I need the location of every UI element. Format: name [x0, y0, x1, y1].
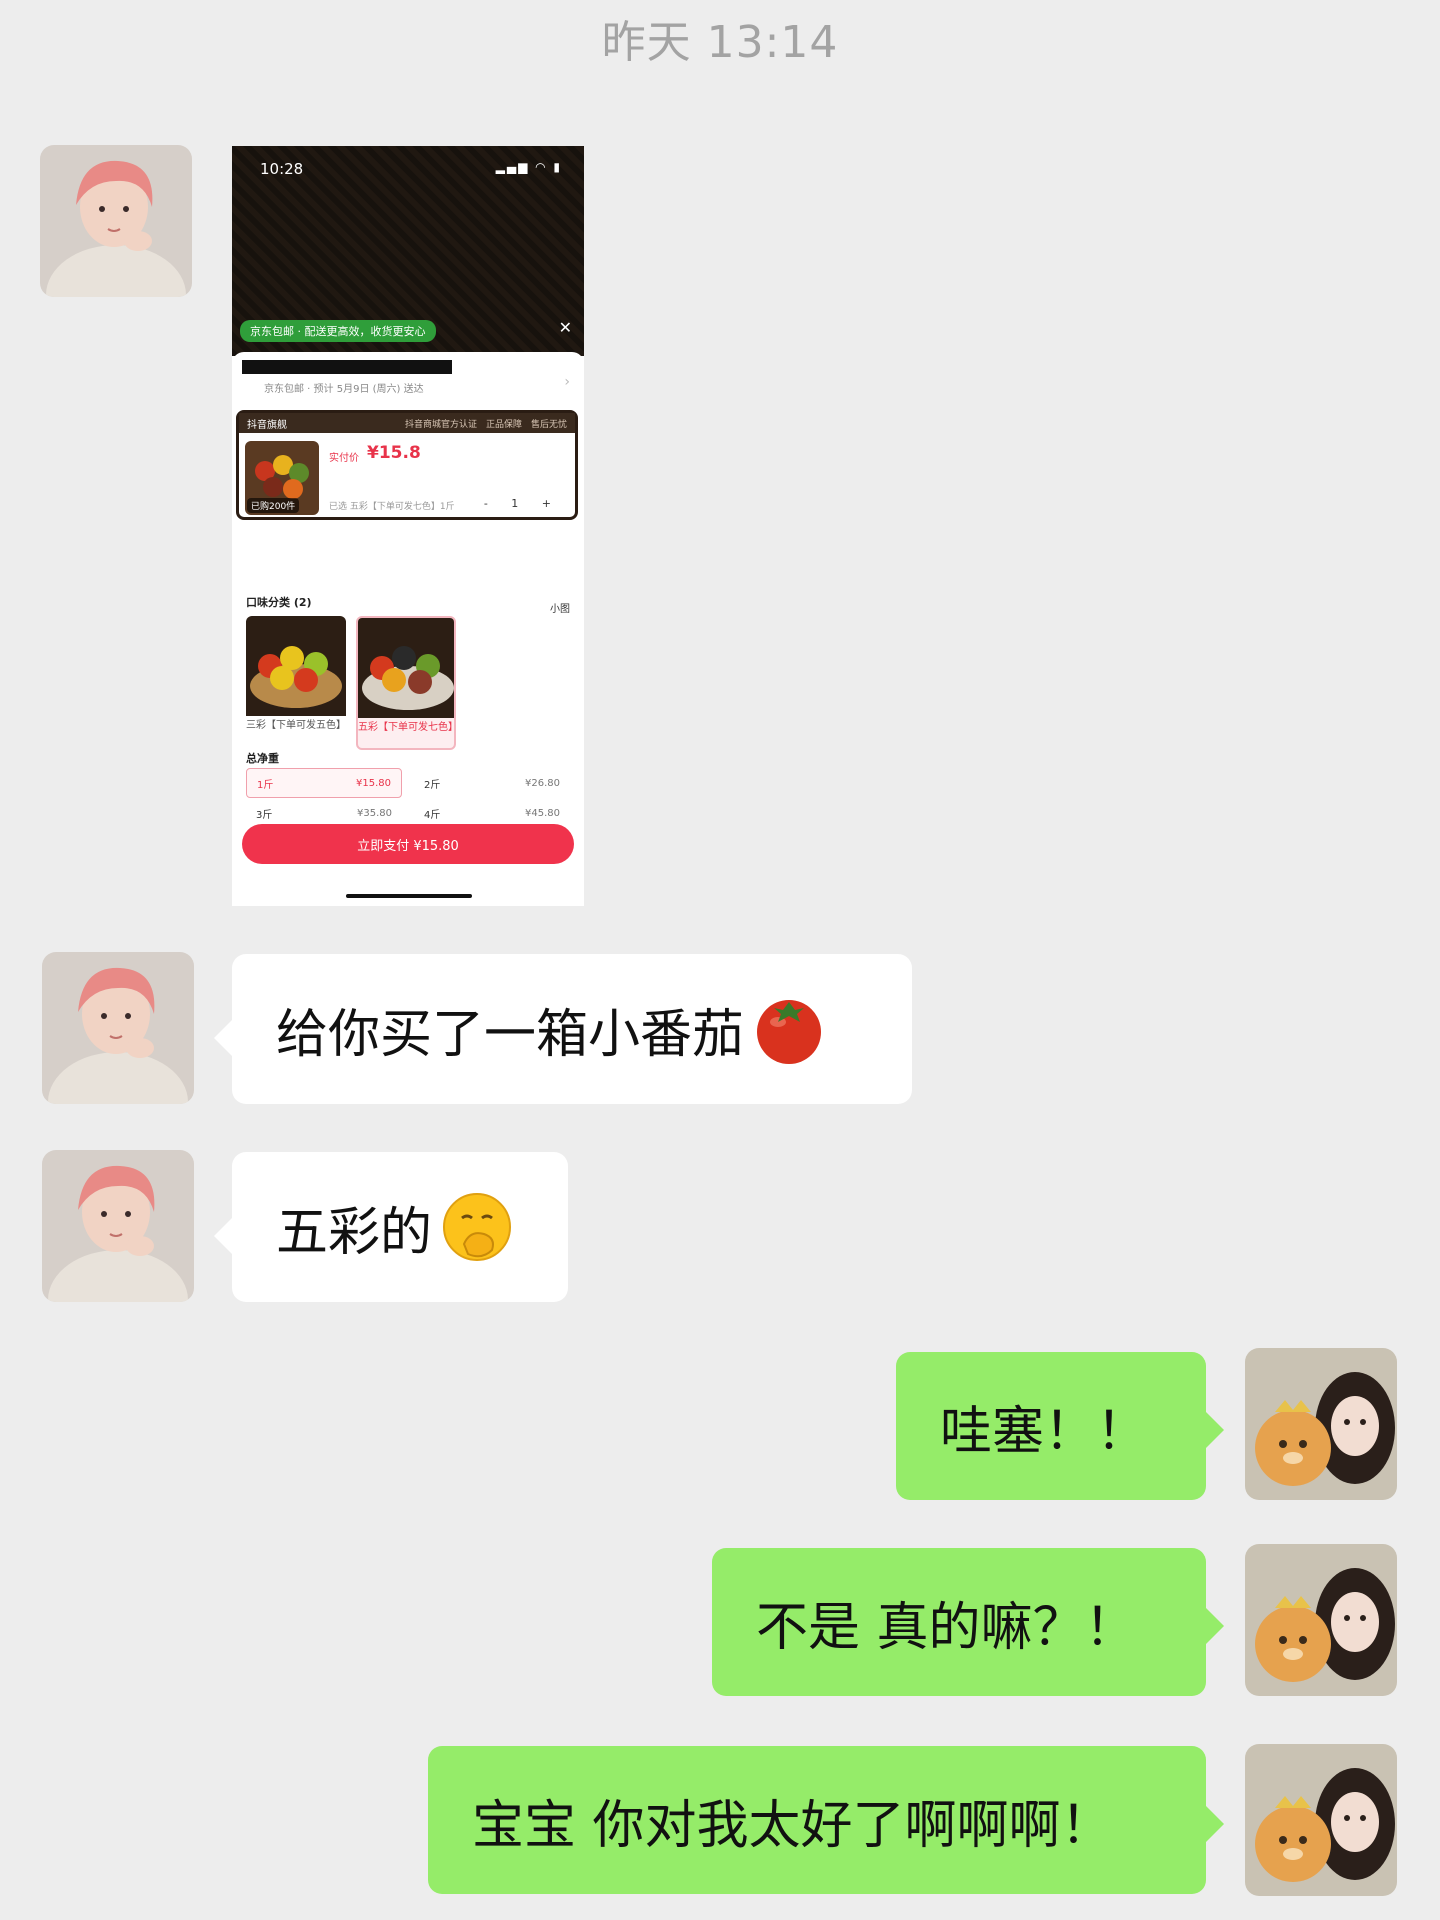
selected-spec: 已选 五彩【下单可发七色】1斤	[329, 502, 455, 512]
status-icons: ▂▄▆ ◠ ▮	[495, 160, 562, 174]
status-time: 10:28	[260, 160, 304, 178]
flavor-label: 口味分类 (2)	[246, 596, 312, 609]
message-text: 哇塞！！	[940, 1401, 1149, 1462]
message-text: 给你买了一箱小番茄	[276, 1004, 745, 1065]
pay-now-button: 立即支付 ¥15.80	[242, 824, 574, 864]
message-bubble-incoming[interactable]: 五彩的	[214, 1152, 568, 1302]
weight-name: 4斤	[424, 809, 441, 821]
message-text: 不是 真的嘛？！	[756, 1597, 1137, 1658]
jd-shipping-banner: 京东包邮 · 配送更高效，收货更安心	[240, 320, 436, 342]
option-label: 五彩【下单可发七色】	[358, 722, 456, 733]
weight-option: 1斤 ¥15.80	[246, 768, 402, 798]
product-thumbnail: 已购200件	[245, 441, 319, 515]
weight-name: 1斤	[257, 779, 274, 791]
small-image-toggle: 小图	[550, 604, 570, 615]
quantity-stepper: - 1 +	[483, 497, 561, 510]
weight-price: ¥45.80	[525, 807, 560, 819]
option-label: 三彩【下单可发五色】	[246, 720, 346, 731]
contact-avatar[interactable]	[42, 1150, 194, 1302]
purchase-panel: 京东包邮 · 预计 5月9日 (周六) 送达 › 抖音旗舰 抖音商城官方认证 正…	[232, 352, 584, 906]
message-text: 五彩的	[276, 1202, 433, 1263]
weight-price: ¥35.80	[357, 807, 392, 819]
store-card: 抖音旗舰 抖音商城官方认证 正品保障 售后无忧 已购200件 实付价 ¥15.8…	[236, 410, 578, 520]
user-avatar[interactable]	[1245, 1744, 1397, 1896]
weight-name: 2斤	[424, 779, 441, 791]
message-text: 宝宝 你对我太好了啊啊啊！	[472, 1795, 1113, 1856]
option-three-color: 三彩【下单可发五色】	[246, 616, 346, 750]
message-bubble-outgoing[interactable]: 宝宝 你对我太好了啊啊啊！	[428, 1746, 1224, 1894]
weight-name: 3斤	[256, 809, 273, 821]
sold-count: 已购200件	[247, 498, 300, 513]
contact-avatar[interactable]	[40, 145, 192, 297]
chevron-right-icon: ›	[564, 374, 570, 390]
weight-option: 2斤 ¥26.80	[414, 768, 570, 798]
weight-label: 总净重	[246, 752, 279, 765]
tomato-emoji	[752, 992, 826, 1066]
pay-label: 实付价	[329, 453, 359, 464]
store-name: 抖音旗舰	[247, 419, 287, 431]
face-with-hand-over-mouth-emoji	[440, 1190, 514, 1264]
delivery-text: 京东包邮 · 预计 5月9日 (周六) 送达	[264, 384, 424, 395]
store-tags: 抖音商城官方认证 正品保障 售后无忧	[404, 419, 567, 430]
weight-price: ¥26.80	[525, 777, 560, 789]
message-bubble-incoming[interactable]: 给你买了一箱小番茄	[214, 954, 912, 1104]
message-bubble-outgoing[interactable]: 哇塞！！	[896, 1352, 1224, 1500]
chat-timestamp: 昨天 13:14	[601, 17, 839, 68]
user-avatar[interactable]	[1245, 1544, 1397, 1696]
pay-price: ¥15.8	[367, 443, 421, 463]
message-bubble-outgoing[interactable]: 不是 真的嘛？！	[712, 1548, 1224, 1696]
close-icon: ✕	[558, 318, 572, 337]
option-five-color: 五彩【下单可发七色】	[356, 616, 456, 750]
user-avatar[interactable]	[1245, 1348, 1397, 1500]
weight-price: ¥15.80	[356, 777, 391, 789]
contact-avatar[interactable]	[42, 952, 194, 1104]
redacted-address	[242, 360, 452, 374]
image-message-screenshot[interactable]: 10:28 ▂▄▆ ◠ ▮ 京东包邮 · 配送更高效，收货更安心 ✕ 京东包邮 …	[232, 146, 584, 906]
home-indicator	[346, 894, 472, 898]
